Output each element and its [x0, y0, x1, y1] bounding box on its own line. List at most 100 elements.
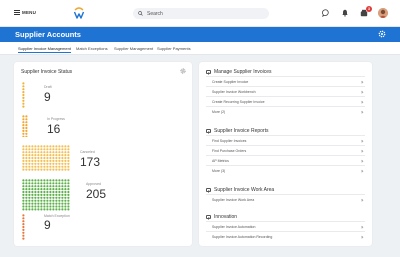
- status-dots-in-progress: [22, 115, 28, 137]
- tab-match-exceptions[interactable]: Match Exceptions: [76, 46, 108, 51]
- status-dot: [55, 148, 58, 151]
- chevron-right-icon: [360, 139, 364, 143]
- status-dot: [22, 151, 25, 154]
- link-create-recurring-supplier-invoice[interactable]: Create Recurring Supplier Invoice: [206, 96, 365, 106]
- chat-icon: [206, 70, 211, 74]
- status-dot: [37, 199, 40, 202]
- link-more[interactable]: More (2): [206, 106, 365, 116]
- status-dot: [52, 196, 55, 199]
- tab-supplier-payments[interactable]: Supplier Payments: [157, 46, 191, 51]
- status-dot: [46, 154, 49, 157]
- status-dot: [25, 182, 28, 185]
- status-dot: [43, 151, 46, 154]
- status-dot: [40, 199, 43, 202]
- status-dot: [40, 185, 43, 188]
- status-dot: [61, 168, 64, 171]
- link-supplier-invoice-work-area[interactable]: Supplier Invoice Work Area: [206, 194, 365, 204]
- link-supplier-invoice-workbench[interactable]: Supplier Invoice Workbench: [206, 86, 365, 96]
- status-count: 16: [47, 122, 61, 136]
- status-dot: [25, 162, 28, 165]
- status-dot: [52, 162, 55, 165]
- status-dot: [64, 159, 67, 162]
- status-dot: [22, 102, 25, 105]
- status-dot: [40, 182, 43, 185]
- status-dot: [34, 185, 37, 188]
- chat-icon[interactable]: [321, 8, 331, 18]
- status-dot: [28, 148, 31, 151]
- status-dot: [49, 162, 52, 165]
- status-dot: [55, 188, 58, 191]
- menu-button[interactable]: MENU: [14, 10, 36, 15]
- status-dot: [49, 156, 52, 160]
- status-dot: [40, 202, 43, 205]
- status-dot: [31, 196, 34, 199]
- menu-label: MENU: [22, 10, 37, 15]
- status-dot: [34, 188, 37, 191]
- link-more[interactable]: More (3): [206, 165, 365, 175]
- status-dot: [34, 196, 37, 199]
- workday-logo[interactable]: [73, 6, 85, 20]
- link-label: More (2): [212, 109, 226, 114]
- tab-supplier-invoice-management[interactable]: Supplier Invoice Management: [18, 46, 71, 54]
- status-dot: [43, 208, 46, 211]
- status-label: Canceled: [80, 150, 95, 154]
- notifications-icon[interactable]: [340, 8, 350, 18]
- avatar[interactable]: [378, 8, 388, 18]
- chat-icon: [206, 188, 211, 192]
- search-bar[interactable]: [133, 8, 269, 19]
- status-dot: [22, 165, 25, 168]
- status-dot: [28, 185, 31, 188]
- gear-icon[interactable]: [180, 68, 186, 74]
- status-dot: [28, 151, 31, 154]
- status-dot: [46, 168, 49, 171]
- status-dot: [43, 162, 46, 165]
- status-dot: [37, 151, 40, 154]
- status-dot: [49, 199, 52, 202]
- status-dot: [37, 168, 40, 171]
- status-dot: [22, 105, 25, 108]
- status-dot: [49, 185, 52, 188]
- section-supplier-invoice-reports: Supplier Invoice Reports Find Supplier I…: [206, 128, 365, 183]
- status-dot: [61, 188, 64, 191]
- status-dot: [31, 151, 34, 154]
- link-label: Create Supplier Invoice: [212, 79, 249, 84]
- search-input[interactable]: [147, 10, 257, 17]
- status-dot: [52, 159, 55, 162]
- chevron-right-icon: [360, 159, 364, 163]
- link-supplier-invoice-automation-recording[interactable]: Supplier Invoice Automation Recording: [206, 231, 365, 241]
- link-ap-metrics[interactable]: AP Metrics: [206, 155, 365, 165]
- status-dot: [52, 148, 55, 151]
- status-dot: [31, 165, 34, 168]
- gear-icon[interactable]: [378, 30, 386, 38]
- status-dot: [67, 185, 70, 188]
- status-dot: [64, 199, 67, 202]
- status-dot: [40, 159, 43, 162]
- status-dot: [58, 208, 61, 211]
- status-dot: [61, 185, 64, 188]
- status-dot: [37, 165, 40, 168]
- status-dot: [55, 185, 58, 188]
- status-dot: [25, 132, 28, 135]
- link-create-supplier-invoice[interactable]: Create Supplier Invoice: [206, 76, 365, 86]
- status-dot: [28, 208, 31, 211]
- status-dot: [43, 205, 46, 208]
- status-dot: [55, 145, 58, 148]
- status-dot: [55, 208, 58, 211]
- status-dot: [25, 115, 28, 118]
- link-label: AP Metrics: [212, 158, 229, 163]
- status-dot: [49, 205, 52, 208]
- status-dot: [31, 199, 34, 202]
- status-dot: [52, 193, 55, 196]
- status-dot: [61, 151, 64, 154]
- status-dot: [22, 228, 25, 231]
- status-dot: [22, 135, 25, 137]
- status-dot: [67, 208, 70, 211]
- link-find-purchase-orders[interactable]: Find Purchase Orders: [206, 145, 365, 155]
- link-supplier-invoice-automation[interactable]: Supplier Invoice Automation: [206, 221, 365, 231]
- status-dot: [46, 159, 49, 162]
- inbox-icon[interactable]: 3: [359, 6, 372, 18]
- status-dot: [31, 208, 34, 211]
- tab-supplier-management[interactable]: Supplier Management: [114, 46, 153, 51]
- status-dot: [37, 202, 40, 205]
- link-find-supplier-invoices[interactable]: Find Supplier Invoices: [206, 135, 365, 145]
